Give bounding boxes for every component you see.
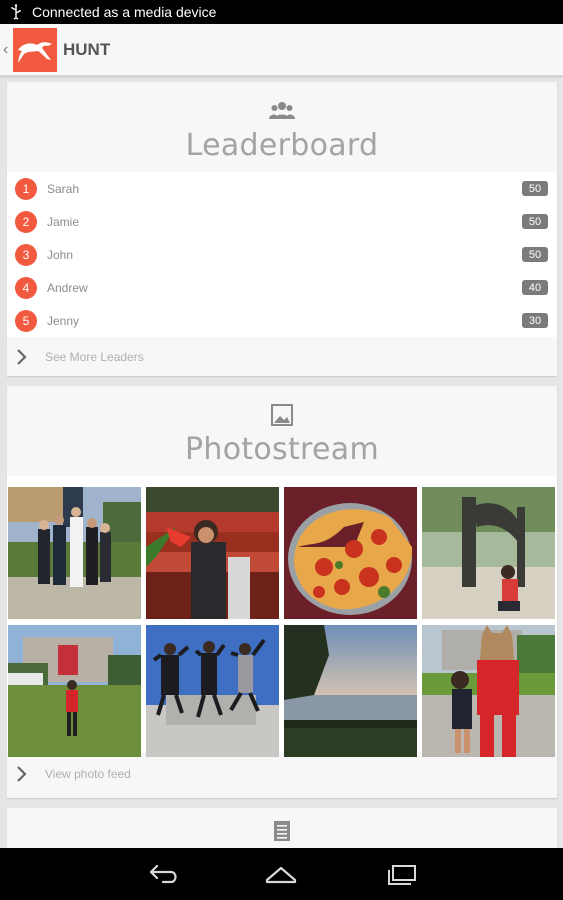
see-more-leaders-link[interactable]: See More Leaders <box>7 337 557 376</box>
leaderboard-title: Leaderboard <box>185 128 379 163</box>
rank-badge: 3 <box>15 243 37 266</box>
see-more-leaders-label: See More Leaders <box>45 349 144 364</box>
main-content: Leaderboard 1 Sarah 50 2 Jamie 50 3 John… <box>0 76 563 848</box>
navigation-bar <box>0 848 563 900</box>
leader-row[interactable]: 4 Andrew 40 <box>7 271 557 304</box>
status-bar: Connected as a media device <box>0 0 563 24</box>
leader-row[interactable]: 2 Jamie 50 <box>7 205 557 238</box>
leader-row[interactable]: 5 Jenny 30 <box>7 304 557 337</box>
leader-name: Andrew <box>47 280 88 295</box>
photostream-header: Photostream <box>7 386 557 476</box>
up-caret-icon[interactable]: ‹ <box>3 41 11 59</box>
back-icon[interactable] <box>143 860 183 888</box>
rank-badge: 4 <box>15 276 37 299</box>
group-icon <box>269 102 295 119</box>
photo-pizza[interactable] <box>284 487 417 619</box>
recents-icon[interactable] <box>381 860 421 888</box>
usb-icon <box>11 4 21 20</box>
rank-badge: 5 <box>15 309 37 332</box>
score-badge: 50 <box>522 214 548 229</box>
leader-name: Jamie <box>47 214 80 229</box>
score-badge: 30 <box>522 313 548 328</box>
app-title: HUNT <box>63 39 111 59</box>
home-icon[interactable] <box>261 860 301 888</box>
view-photo-feed-label: View photo feed <box>45 767 131 781</box>
action-bar: ‹ HUNT <box>0 24 563 76</box>
leader-row[interactable]: 1 Sarah 50 <box>7 172 557 205</box>
photo-grid <box>7 476 557 757</box>
image-icon <box>271 404 293 426</box>
photo-building-lawn[interactable] <box>8 625 141 757</box>
score-badge: 40 <box>522 280 548 295</box>
chevron-right-icon <box>17 766 27 782</box>
photo-mascot[interactable] <box>422 625 555 757</box>
rank-badge: 2 <box>15 210 37 233</box>
third-card-header <box>7 808 557 848</box>
leader-name: Jenny <box>47 313 80 328</box>
photo-statue[interactable] <box>422 487 555 619</box>
cheetah-logo-icon[interactable] <box>13 27 57 72</box>
status-notification: Connected as a media device <box>32 4 217 20</box>
third-card <box>7 808 557 848</box>
leader-row[interactable]: 3 John 50 <box>7 238 557 271</box>
photo-group-jumping[interactable] <box>146 625 279 757</box>
photo-stadium-fan[interactable] <box>146 487 279 619</box>
leaderboard-header: Leaderboard <box>7 82 557 172</box>
rank-badge: 1 <box>15 177 37 200</box>
photostream-card: Photostream View photo feed <box>7 386 557 798</box>
leader-name: John <box>47 247 74 262</box>
document-icon <box>274 821 290 841</box>
leaderboard-card: Leaderboard 1 Sarah 50 2 Jamie 50 3 John… <box>7 82 557 376</box>
leader-list: 1 Sarah 50 2 Jamie 50 3 John 50 4 Andrew… <box>7 172 557 337</box>
leader-name: Sarah <box>47 181 80 196</box>
chevron-right-icon <box>17 348 27 365</box>
photo-group-outdoor[interactable] <box>8 487 141 619</box>
score-badge: 50 <box>522 247 548 262</box>
view-photo-feed-link[interactable]: View photo feed <box>7 752 557 796</box>
photostream-title: Photostream <box>184 432 379 467</box>
photo-lake-sunset[interactable] <box>284 625 417 757</box>
score-badge: 50 <box>522 181 548 196</box>
